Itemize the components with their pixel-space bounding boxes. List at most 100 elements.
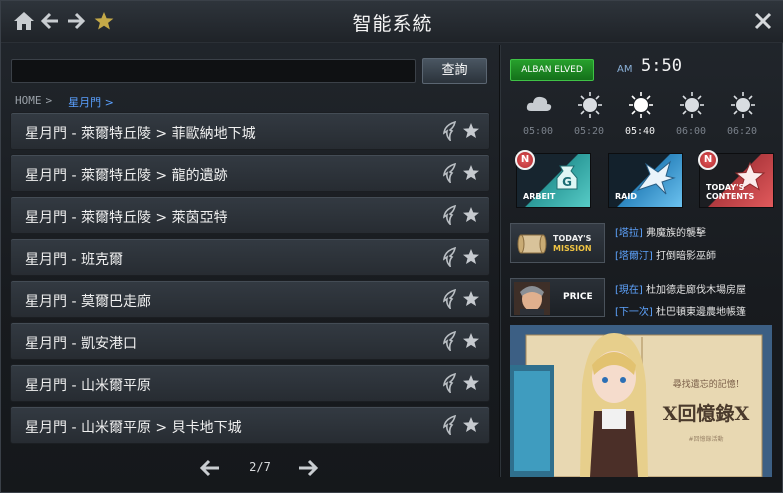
arrow-left-icon[interactable] [39,10,61,32]
mission-tag: [塔爾汀] [615,251,653,262]
list-item[interactable]: 星月門 - 莫爾巴走廊 [10,280,490,318]
dragon-icon [636,160,676,200]
wing-icon[interactable] [441,289,459,309]
list-item-label: 星月門 - 山米爾平原 [25,378,151,394]
weather-slot: 05:40 [615,87,665,141]
sun-icon [627,89,655,119]
star-icon[interactable] [93,10,115,32]
list-item-label: 星月門 - 萊爾特丘陵 > 龍的遺跡 [25,168,228,184]
star-icon[interactable] [462,416,480,434]
list-item-label: 星月門 - 萊爾特丘陵 > 萊茵亞特 [25,210,228,226]
arbeit-glyph: G [562,175,572,189]
list-item[interactable]: 星月門 - 萊爾特丘陵 > 龍的遺跡 [10,154,490,192]
todays-mission-label: TODAY'S MISSION [553,234,592,254]
weather-slot: 05:20 [564,87,614,141]
star-icon[interactable] [462,374,480,392]
mission-item[interactable]: [塔拉] 弗魔族的襲擊 [615,224,706,239]
list-item[interactable]: 星月門 - 萊爾特丘陵 > 萊茵亞特 [10,196,490,234]
close-icon[interactable] [752,10,774,32]
sun-icon [729,89,757,119]
todays-mission-button[interactable]: TODAY'S MISSION [510,223,605,263]
list-item-label: 星月門 - 山米爾平原 > 貝卡地下城 [25,420,242,436]
star-icon[interactable] [462,332,480,350]
list-item[interactable]: 星月門 - 山米爾平原 > 貝卡地下城 [10,406,490,444]
raid-label: RAID [615,192,637,201]
cloud-icon [525,89,553,119]
raid-button[interactable]: RAID [608,153,683,208]
wing-icon[interactable] [441,121,459,141]
mission-text: 弗魔族的襲擊 [642,228,706,239]
mission-label-line1: TODAY'S [553,234,592,243]
star-icon[interactable] [462,122,480,140]
star-icon[interactable] [462,290,480,308]
wing-icon[interactable] [441,373,459,393]
price-tag: [下一次] [615,307,653,318]
price-button[interactable]: PRICE [510,278,605,317]
mission-item[interactable]: [塔爾汀] 打倒暗影巫師 [615,247,716,262]
todays-label-line1: TODAY'S [706,183,745,192]
star-icon[interactable] [462,206,480,224]
weather-slot: 06:00 [666,87,716,141]
search-button[interactable]: 查詢 [422,58,487,84]
arrow-right-icon[interactable] [65,10,87,32]
sun-icon [678,89,706,119]
price-text: 杜巴頓東邊農地帳篷 [652,307,746,318]
pagination: 2/7 [199,457,319,479]
price-tag: [現在] [615,285,643,296]
home-icon[interactable] [13,10,35,32]
breadcrumb: HOME > 星月門 > [15,94,114,110]
sun-icon [576,89,604,119]
mission-tag: [塔拉] [615,228,643,239]
banner-subtitle: 尋找遺忘的記憶! [673,378,740,390]
list-item-label: 星月門 - 莫爾巴走廊 [25,294,151,310]
mission-text: 打倒暗影巫師 [652,251,716,262]
star-icon[interactable] [462,248,480,266]
breadcrumb-separator: > [45,94,53,107]
breadcrumb-current[interactable]: 星月門 > [68,94,114,110]
price-item[interactable]: [下一次] 杜巴頓東邊農地帳篷 [615,303,746,318]
list-item[interactable]: 星月門 - 山米爾平原 [10,364,490,402]
wing-icon[interactable] [441,163,459,183]
weather-time: 05:00 [522,126,554,137]
todays-contents-label: TODAY'S CONTENTS [706,183,754,201]
arbeit-label: ARBEIT [523,192,556,201]
banner-title: X回憶錄X [663,402,750,425]
list-item[interactable]: 星月門 - 班克爾 [10,238,490,276]
weather-time: 06:20 [726,126,758,137]
breadcrumb-home[interactable]: HOME [15,94,42,110]
banner-small-text: #回憶錄活動 [688,435,723,443]
clock-ampm: AM [617,64,633,75]
smart-system-window: 智能系統 查詢 HOME > 星月門 > 星月門 - 萊爾特丘陵 > 菲歐納地下… [0,0,783,493]
new-badge: N [698,150,718,170]
weather-forecast: 05:00 05:20 05:40 06:00 06:20 [513,87,779,141]
arbeit-button[interactable]: N G ARBEIT [515,150,591,208]
star-icon[interactable] [462,164,480,182]
wing-icon[interactable] [441,205,459,225]
next-page-icon[interactable] [297,459,319,477]
mission-label-line2: MISSION [553,244,592,253]
new-badge: N [515,150,535,170]
price-item[interactable]: [現在] 杜加德走廊伐木場房屋 [615,281,746,296]
list-item[interactable]: 星月門 - 凱安港口 [10,322,490,360]
todays-label-line2: CONTENTS [706,192,755,201]
merchant-avatar [514,282,550,315]
list-item[interactable]: 星月門 - 萊爾特丘陵 > 菲歐納地下城 [10,112,490,150]
weather-time: 05:40 [624,126,656,137]
prev-page-icon[interactable] [199,459,221,477]
server-button[interactable]: ALBAN ELVED [510,59,594,81]
wing-icon[interactable] [441,415,459,435]
event-banner[interactable]: 尋找遺忘的記憶! X回憶錄X #回憶錄活動 [510,325,772,477]
wing-icon[interactable] [441,331,459,351]
list-item-label: 星月門 - 班克爾 [25,252,123,268]
list-item-label: 星月門 - 凱安港口 [25,336,137,352]
weather-time: 06:00 [675,126,707,137]
weather-time: 05:20 [573,126,605,137]
wing-icon[interactable] [441,247,459,267]
window-title: 智能系統 [352,13,433,35]
search-input[interactable] [11,59,416,83]
scroll-icon [517,231,547,257]
location-list: 星月門 - 萊爾特丘陵 > 菲歐納地下城星月門 - 萊爾特丘陵 > 龍的遺跡 星月… [10,112,490,448]
price-text: 杜加德走廊伐木場房屋 [642,285,746,296]
todays-contents-button[interactable]: N TODAY'S CONTENTS [698,150,774,208]
page-indicator: 2/7 [249,460,271,474]
